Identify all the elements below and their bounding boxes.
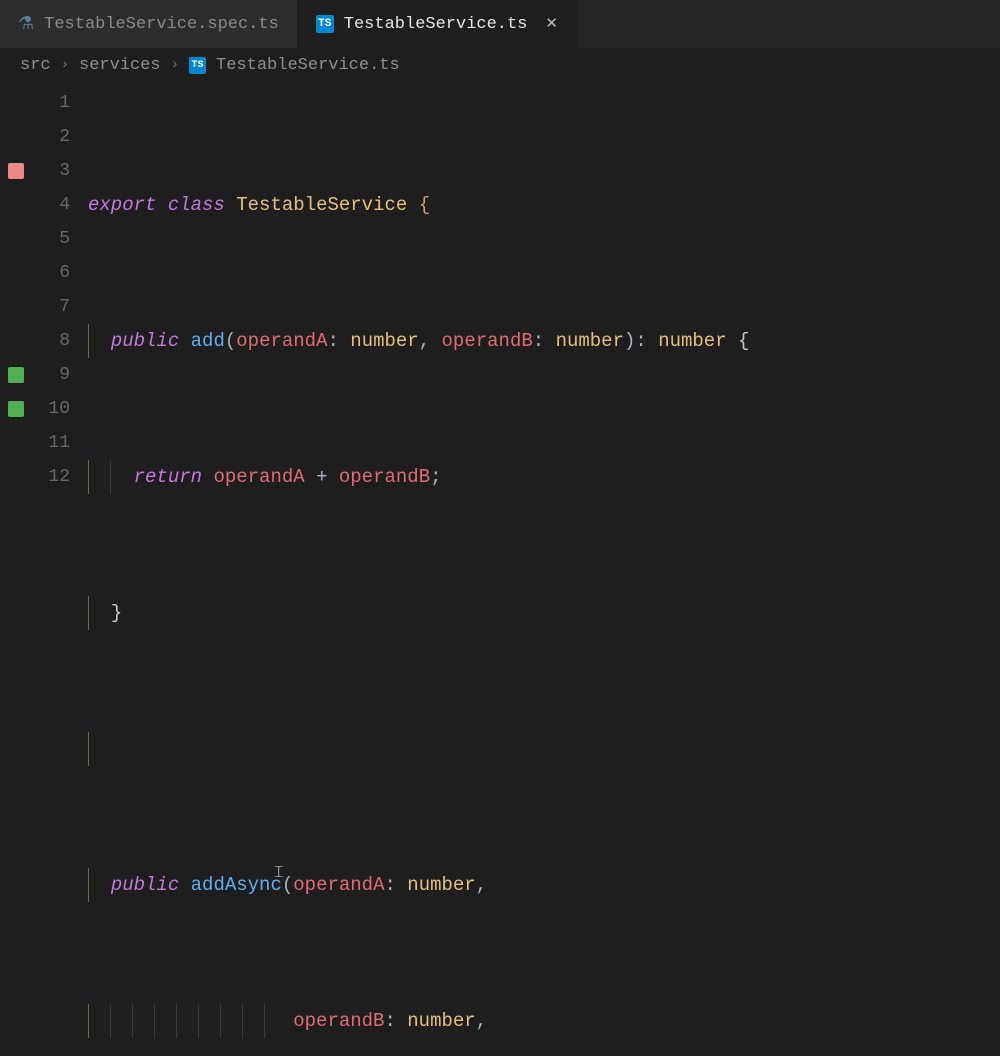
- code-line[interactable]: return operandA + operandB;: [88, 460, 1000, 494]
- breadcrumb-seg[interactable]: services: [79, 56, 161, 75]
- breadcrumb-seg[interactable]: TestableService.ts: [216, 56, 400, 75]
- code-line[interactable]: operandB: number,: [88, 1004, 1000, 1038]
- line-numbers: 1 2 3 4 5 6 7 8 9 10 11 12: [32, 82, 88, 528]
- beaker-icon: ⚗: [18, 13, 34, 35]
- code-line[interactable]: export class TestableService {: [88, 188, 1000, 222]
- coverage-mark-covered: [8, 401, 24, 417]
- code-editor[interactable]: 1 2 3 4 5 6 7 8 9 10 11 12 export class …: [0, 82, 1000, 528]
- code-line[interactable]: public addAsync(operandA: number,⌶: [88, 868, 1000, 902]
- code-line[interactable]: [88, 732, 1000, 766]
- chevron-right-icon: ›: [171, 57, 179, 73]
- coverage-mark-uncovered: [8, 163, 24, 179]
- breadcrumb[interactable]: src › services › TS TestableService.ts: [0, 48, 1000, 82]
- close-icon[interactable]: ✕: [545, 17, 558, 32]
- coverage-mark-covered: [8, 367, 24, 383]
- code-line[interactable]: public add(operandA: number, operandB: n…: [88, 324, 1000, 358]
- tab-testableservice[interactable]: TS TestableService.ts ✕: [298, 0, 577, 48]
- code-area[interactable]: export class TestableService { public ad…: [88, 82, 1000, 528]
- text-cursor-icon: ⌶: [274, 856, 284, 876]
- tab-bar: ⚗ TestableService.spec.ts TS TestableSer…: [0, 0, 1000, 48]
- gutter: [0, 82, 32, 528]
- tab-label: TestableService.spec.ts: [44, 15, 279, 34]
- tab-label: TestableService.ts: [344, 15, 528, 34]
- chevron-right-icon: ›: [61, 57, 69, 73]
- breadcrumb-seg[interactable]: src: [20, 56, 51, 75]
- tab-testableservice-spec[interactable]: ⚗ TestableService.spec.ts: [0, 0, 298, 48]
- code-line[interactable]: }: [88, 596, 1000, 630]
- typescript-icon: TS: [189, 57, 206, 74]
- typescript-icon: TS: [316, 15, 334, 33]
